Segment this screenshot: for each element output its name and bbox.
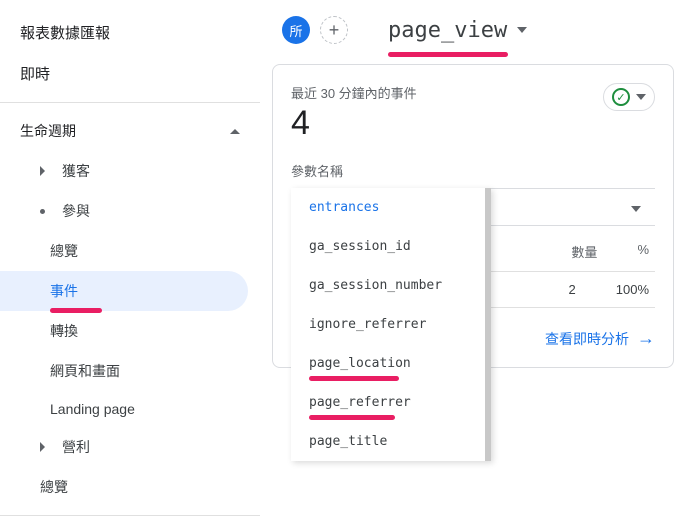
dd-option-entrances[interactable]: entrances bbox=[291, 188, 485, 227]
cell-percent: 100% bbox=[616, 282, 649, 297]
nav-eng-overview[interactable]: 總覽 bbox=[0, 231, 260, 271]
sidebar: 報表數據匯報 即時 生命週期 獲客 參與 總覽 事件 轉換 網頁和畫面 Land… bbox=[0, 0, 260, 527]
nav-reports[interactable]: 報表數據匯報 bbox=[0, 12, 260, 53]
dd-option-page-location[interactable]: page_location bbox=[291, 344, 485, 383]
tab-add-button[interactable]: + bbox=[320, 16, 348, 44]
status-indicator[interactable]: ✓ bbox=[603, 83, 655, 111]
events-card: 最近 30 分鐘內的事件 4 ✓ 參數名稱 entrances entrance… bbox=[272, 64, 674, 368]
cell-quantity: 2 bbox=[569, 282, 576, 297]
divider bbox=[0, 515, 260, 516]
tabs-bar: 所 + page_view bbox=[272, 16, 674, 44]
arrow-right-icon: → bbox=[637, 328, 655, 349]
card-subtitle: 最近 30 分鐘內的事件 bbox=[291, 83, 417, 102]
dd-option-ignore-referrer[interactable]: ignore_referrer bbox=[291, 305, 485, 344]
dd-option-page-title[interactable]: page_title bbox=[291, 422, 485, 461]
dd-option-ga-session-number[interactable]: ga_session_number bbox=[291, 266, 485, 305]
divider bbox=[0, 102, 260, 103]
event-selector[interactable]: page_view bbox=[388, 18, 527, 43]
nav-eng-events[interactable]: 事件 bbox=[0, 271, 248, 311]
highlight-underline bbox=[309, 415, 395, 420]
dd-option-page-referrer[interactable]: page_referrer bbox=[291, 383, 485, 422]
nav-realtime[interactable]: 即時 bbox=[0, 53, 260, 94]
nav-monetization[interactable]: 營利 bbox=[0, 427, 260, 467]
event-title: page_view bbox=[388, 18, 507, 43]
col-quantity: 數量 bbox=[571, 242, 597, 261]
event-count: 4 bbox=[291, 104, 417, 143]
dropdown-icon bbox=[631, 206, 641, 212]
highlight-underline bbox=[309, 376, 399, 381]
nav-section-lifecycle[interactable]: 生命週期 bbox=[0, 111, 260, 151]
param-dropdown: entrances ga_session_id ga_session_numbe… bbox=[291, 188, 491, 461]
nav-acquisition[interactable]: 獲客 bbox=[0, 151, 260, 191]
chevron-up-icon bbox=[230, 129, 240, 134]
nav-eng-conversions[interactable]: 轉換 bbox=[0, 311, 260, 351]
tab-badge[interactable]: 所 bbox=[282, 16, 310, 44]
dd-option-ga-session-id[interactable]: ga_session_id bbox=[291, 227, 485, 266]
col-percent: % bbox=[637, 242, 649, 261]
chevron-right-icon bbox=[40, 442, 50, 452]
bullet-icon bbox=[40, 209, 45, 214]
main-content: 所 + page_view 最近 30 分鐘內的事件 4 ✓ 參數名稱 entr… bbox=[260, 0, 686, 527]
nav-overview[interactable]: 總覽 bbox=[0, 467, 260, 507]
param-label: 參數名稱 bbox=[291, 161, 655, 180]
nav-eng-pages[interactable]: 網頁和畫面 bbox=[0, 351, 260, 391]
section-label: 生命週期 bbox=[20, 121, 76, 141]
dropdown-icon bbox=[517, 27, 527, 33]
nav-engagement[interactable]: 參與 bbox=[0, 191, 260, 231]
nav-eng-landing[interactable]: Landing page bbox=[0, 391, 260, 427]
check-icon: ✓ bbox=[612, 88, 630, 106]
highlight-underline bbox=[388, 52, 508, 57]
dropdown-icon bbox=[636, 94, 646, 100]
chevron-right-icon bbox=[40, 166, 50, 176]
